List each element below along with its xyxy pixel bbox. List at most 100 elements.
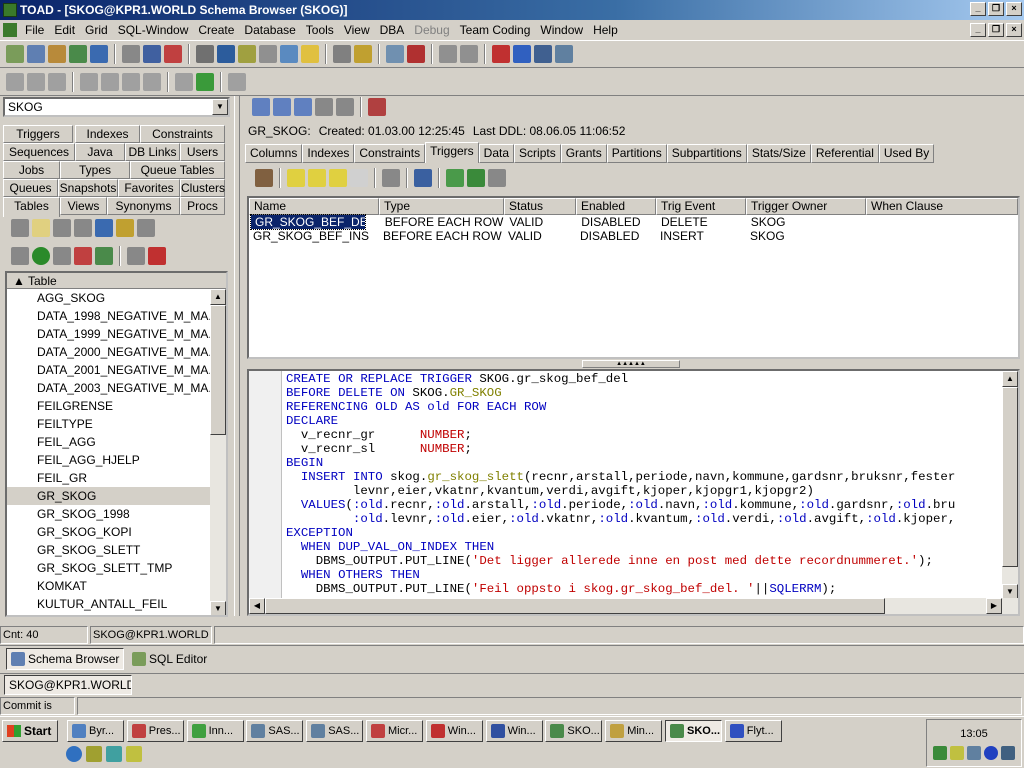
sql-modeler-icon[interactable] bbox=[69, 45, 87, 63]
compile-icon[interactable] bbox=[95, 247, 113, 265]
minimize-button[interactable]: _ bbox=[970, 2, 986, 16]
schema-browser-window-tab[interactable]: Schema Browser bbox=[6, 648, 124, 670]
taskbar-button[interactable]: SKO... bbox=[665, 720, 722, 742]
options-icon[interactable] bbox=[368, 98, 386, 116]
tab-subpartitions[interactable]: Subpartitions bbox=[666, 144, 747, 163]
tab-referential[interactable]: Referential bbox=[810, 144, 879, 163]
mdi-minimize-button[interactable]: _ bbox=[970, 23, 986, 37]
disconnect-icon[interactable] bbox=[407, 45, 425, 63]
list-icon[interactable] bbox=[336, 98, 354, 116]
tab-favorites[interactable]: Favorites bbox=[118, 179, 180, 197]
check-icon[interactable] bbox=[196, 72, 214, 91]
compile-trigger-icon[interactable] bbox=[446, 169, 464, 187]
table-list-item[interactable]: GR_SKOG_KOPI bbox=[7, 523, 213, 541]
table-list-item[interactable]: GR_SKOG_SLETT bbox=[7, 541, 213, 559]
menu-database[interactable]: Database bbox=[239, 20, 300, 40]
menu-sqlwindow[interactable]: SQL-Window bbox=[113, 20, 194, 40]
scroll-right-button[interactable]: ▶ bbox=[986, 598, 1002, 614]
run-icon[interactable] bbox=[467, 169, 485, 187]
help-icon[interactable] bbox=[555, 45, 573, 63]
tab-java[interactable]: Java bbox=[75, 143, 125, 161]
tb2-icon[interactable] bbox=[80, 72, 98, 91]
tab-statssize[interactable]: Stats/Size bbox=[746, 144, 811, 163]
tab-sequences[interactable]: Sequences bbox=[3, 143, 75, 161]
tab-constraints[interactable]: Constraints bbox=[140, 125, 225, 143]
hammer-icon[interactable] bbox=[148, 247, 166, 265]
taskbar-button[interactable]: Win... bbox=[425, 720, 483, 742]
taskbar-button[interactable]: Micr... bbox=[366, 720, 423, 742]
menu-grid[interactable]: Grid bbox=[80, 20, 113, 40]
desktop-icon[interactable] bbox=[106, 746, 122, 762]
enable-icon[interactable] bbox=[287, 169, 305, 187]
table-list-item[interactable]: FEIL_AGG bbox=[7, 433, 213, 451]
tab-data[interactable]: Data bbox=[478, 144, 515, 163]
tb2-icon[interactable] bbox=[6, 72, 24, 91]
analyze-icon[interactable] bbox=[137, 219, 155, 237]
scroll-down-button[interactable]: ▼ bbox=[210, 601, 226, 615]
drop-trigger-icon[interactable] bbox=[382, 169, 400, 187]
tab-usedby[interactable]: Used By bbox=[878, 144, 935, 163]
tab-clusters[interactable]: Clusters bbox=[180, 179, 225, 197]
refresh-icon[interactable] bbox=[252, 98, 270, 116]
tb2-icon[interactable] bbox=[122, 72, 140, 91]
network-icon[interactable] bbox=[933, 746, 947, 760]
mdi-restore-button[interactable]: ❐ bbox=[988, 23, 1004, 37]
db-icon[interactable] bbox=[280, 45, 298, 63]
menu-file[interactable]: File bbox=[20, 20, 49, 40]
tray-icon[interactable] bbox=[984, 746, 998, 760]
tray-icon[interactable] bbox=[1001, 746, 1015, 760]
column-header[interactable]: When Clause bbox=[866, 198, 1018, 215]
menu-teamcoding[interactable]: Team Coding bbox=[455, 20, 536, 40]
connection-tab[interactable]: SKOG@KPR1.WORLD bbox=[4, 675, 132, 695]
restore-button[interactable]: ❐ bbox=[988, 2, 1004, 16]
chevron-down-icon[interactable]: ▼ bbox=[212, 99, 228, 115]
calculator-icon[interactable] bbox=[11, 219, 29, 237]
tb2-icon[interactable] bbox=[27, 72, 45, 91]
tab-users[interactable]: Users bbox=[180, 143, 225, 161]
refresh-icon[interactable] bbox=[11, 247, 29, 265]
outlook-icon[interactable] bbox=[86, 746, 102, 762]
sql-editor-window-tab[interactable]: SQL Editor bbox=[128, 648, 208, 670]
tab-grants[interactable]: Grants bbox=[560, 144, 607, 163]
find-trigger-icon[interactable] bbox=[414, 169, 432, 187]
menu-dba[interactable]: DBA bbox=[375, 20, 410, 40]
eraser-icon[interactable] bbox=[90, 45, 108, 63]
show-desktop-icon[interactable] bbox=[126, 746, 142, 762]
enable-all-icon[interactable] bbox=[308, 169, 326, 187]
edit-icon[interactable] bbox=[48, 45, 66, 63]
trigger-source[interactable]: CREATE OR REPLACE TRIGGER SKOG.gr_skog_b… bbox=[286, 372, 955, 610]
table-list-item[interactable]: GR_SKOG_1998 bbox=[7, 505, 213, 523]
menu-debug[interactable]: Debug bbox=[409, 20, 454, 40]
table-row[interactable]: GR_SKOG_BEF_INS BEFORE EACH ROW VALID DISAB… bbox=[249, 229, 1018, 243]
tab-procs[interactable]: Procs bbox=[180, 197, 225, 215]
menu-edit[interactable]: Edit bbox=[49, 20, 80, 40]
tab-triggers[interactable]: Triggers bbox=[425, 142, 479, 163]
table-list-item[interactable]: FEILTYPE bbox=[7, 415, 213, 433]
volume-icon[interactable] bbox=[950, 746, 964, 760]
refresh-list-icon[interactable] bbox=[294, 98, 312, 116]
schema-browser-icon[interactable] bbox=[27, 45, 45, 63]
table-list-scrollbar[interactable]: ▲ ▼ bbox=[210, 289, 226, 615]
disable-icon[interactable] bbox=[329, 169, 347, 187]
filter-icon[interactable] bbox=[53, 247, 71, 265]
menu-tools[interactable]: Tools bbox=[301, 20, 339, 40]
copy-icon[interactable] bbox=[259, 45, 277, 63]
mdi-close-button[interactable]: × bbox=[1006, 23, 1022, 37]
scroll-thumb[interactable] bbox=[210, 305, 226, 435]
tab-dblinks[interactable]: DB Links bbox=[125, 143, 180, 161]
window-icon[interactable] bbox=[534, 45, 552, 63]
menu-help[interactable]: Help bbox=[588, 20, 623, 40]
taskbar-button[interactable]: Inn... bbox=[186, 720, 244, 742]
tb2-icon[interactable] bbox=[48, 72, 66, 91]
column-header[interactable]: Trig Event bbox=[656, 198, 746, 215]
column-header[interactable]: Type bbox=[379, 198, 504, 215]
taskbar-button[interactable]: SAS... bbox=[246, 720, 304, 742]
taskbar-button[interactable]: Flyt... bbox=[724, 720, 782, 742]
column-header[interactable]: Name bbox=[249, 198, 379, 215]
menu-window[interactable]: Window bbox=[535, 20, 588, 40]
table-row[interactable]: GR_SKOG_BEF_DEL BEFORE EACH ROW VALID DISAB… bbox=[249, 214, 1018, 230]
find-icon[interactable] bbox=[127, 247, 145, 265]
lightbulb-icon[interactable] bbox=[301, 45, 319, 63]
tools-icon[interactable] bbox=[238, 45, 256, 63]
pane-splitter[interactable]: ▲▲▲▲▲ bbox=[582, 360, 680, 368]
